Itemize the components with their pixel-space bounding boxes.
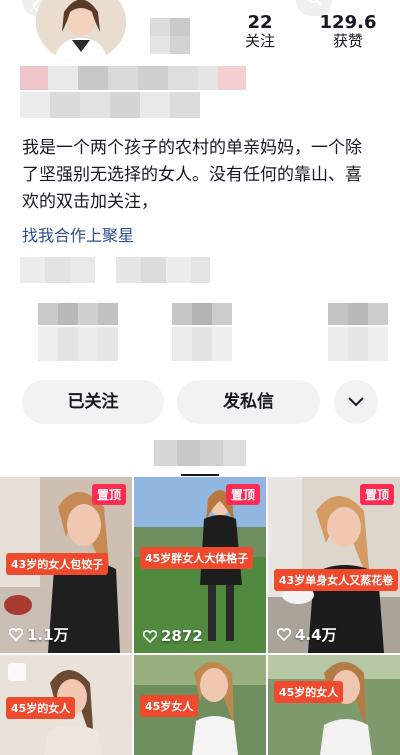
video-caption: 43岁单身女人又蒸花卷 (274, 569, 399, 591)
like-count: 1.1万 (9, 624, 69, 645)
following-label: 关注 (244, 32, 275, 50)
pinned-badge: 置顶 (225, 484, 260, 505)
tab-indicator (181, 474, 219, 476)
more-options-button[interactable] (334, 380, 378, 424)
like-count-text: 1.1万 (27, 626, 69, 644)
video-tile[interactable]: 置顶 43岁的女人包饺子 1.1万 (0, 477, 132, 653)
video-tile[interactable]: 置顶 45岁胖女人大体格子 2872 (134, 477, 266, 653)
video-thumbnail (268, 655, 400, 755)
tags-mosaic (20, 257, 210, 283)
likes-stat[interactable]: 129.6万 获赞 (318, 12, 378, 51)
video-caption: 45岁胖女人大体格子 (140, 547, 254, 569)
following-count: 22 (247, 12, 273, 30)
video-grid: 置顶 43岁的女人包饺子 1.1万 置顶 45岁胖女人大体格子 2872 置顶 … (0, 477, 400, 755)
pinned-badge: 置顶 (91, 484, 126, 505)
shortcuts-mosaic (38, 303, 388, 365)
heart-icon (9, 628, 23, 641)
send-message-button[interactable]: 发私信 (177, 380, 320, 424)
nickname-mosaic (150, 18, 190, 54)
video-caption: 45岁的女人 (274, 681, 344, 703)
video-tile[interactable]: 45岁女人 (134, 655, 266, 755)
video-tile[interactable]: 置顶 43岁单身女人又蒸花卷 4.4万 (268, 477, 400, 653)
following-stat[interactable]: 22 关注 (238, 12, 282, 51)
like-count: 2872 (143, 627, 203, 645)
photo-album-icon (8, 663, 26, 681)
like-count-text: 2872 (161, 627, 203, 645)
likes-label: 获赞 (332, 32, 363, 50)
account-info-mosaic (20, 66, 250, 122)
business-cooperation-link[interactable]: 找我合作上聚星 (22, 222, 134, 246)
pinned-badge: 置顶 (359, 484, 394, 505)
likes-count: 129.6万 (319, 12, 377, 30)
search-icon (307, 0, 322, 6)
video-caption: 43岁的女人包饺子 (6, 553, 109, 575)
chevron-down-icon (348, 397, 364, 407)
like-count: 4.4万 (277, 624, 337, 645)
avatar[interactable] (36, 0, 126, 62)
profile-bio: 我是一个两个孩子的农村的单亲妈妈，一个除了坚强别无选择的女人。没有任何的靠山、喜… (22, 138, 362, 212)
heart-icon (143, 629, 157, 643)
video-tile[interactable]: 45岁的女人 (0, 655, 132, 755)
like-count-text: 4.4万 (295, 626, 337, 644)
video-caption: 45岁女人 (140, 695, 199, 717)
followed-button[interactable]: 已关注 (22, 380, 164, 424)
video-tile[interactable]: 45岁的女人 (268, 655, 400, 755)
heart-icon (277, 628, 291, 641)
video-caption: 45岁的女人 (6, 697, 76, 719)
tab-label-mosaic (154, 440, 246, 466)
avatar-image (36, 0, 126, 62)
